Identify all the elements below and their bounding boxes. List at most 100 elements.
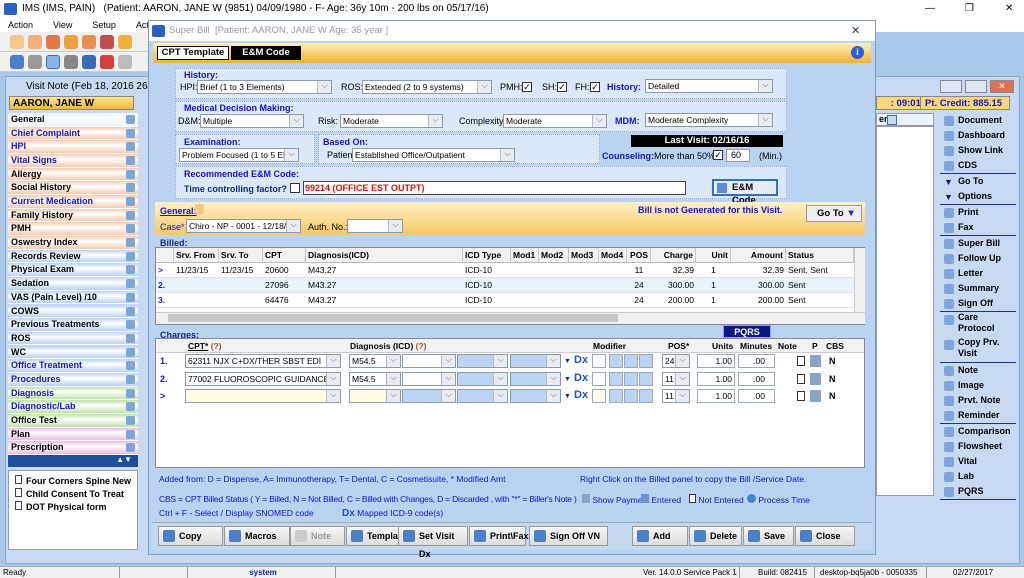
action-care-protocol[interactable]: Care Protocol xyxy=(942,312,1014,337)
sidebar-item-diagnosis[interactable]: Diagnosis xyxy=(8,386,138,401)
template-icon[interactable] xyxy=(126,347,135,357)
modifier-2-field[interactable] xyxy=(609,389,623,403)
column-header-cpt[interactable]: CPT xyxy=(263,248,306,263)
dialog-close-button[interactable]: ✕ xyxy=(851,21,860,41)
template-icon[interactable] xyxy=(126,279,135,289)
units-field[interactable]: 1.00 xyxy=(697,354,735,368)
template-icon[interactable] xyxy=(126,142,135,152)
minutes-spinner[interactable]: 60 xyxy=(726,149,750,162)
save-button[interactable]: Save xyxy=(743,526,794,546)
diagnosis-select-1[interactable]: M54.5 xyxy=(349,354,401,368)
modifier-2-field[interactable] xyxy=(609,354,623,368)
form-item[interactable]: Child Consent To Treat xyxy=(15,488,124,499)
column-header-mod1[interactable]: Mod1 xyxy=(511,248,539,263)
add-button[interactable]: Add xyxy=(632,526,688,546)
hpi-select[interactable]: Brief (1 to 3 Elements) xyxy=(197,80,332,94)
ros-select[interactable]: Extended (2 to 9 systems) xyxy=(362,80,492,94)
visit-note-icon[interactable] xyxy=(46,55,60,69)
cpt-select[interactable] xyxy=(185,389,341,403)
goto-button[interactable]: Go To ▼ xyxy=(806,205,862,222)
cpt-select[interactable]: 77002 FLUOROSCOPIC GUIDANCE xyxy=(185,371,341,386)
diagnosis-select-4[interactable] xyxy=(510,389,561,403)
template-icon[interactable] xyxy=(126,197,135,207)
action-go-to[interactable]: ▼ Go To xyxy=(942,174,1014,189)
mdm-select[interactable]: Moderate Complexity xyxy=(645,113,773,127)
action-note[interactable]: Note xyxy=(942,363,1014,378)
diagnosis-select-2[interactable] xyxy=(402,354,456,368)
action-copy-prv-visit[interactable]: Copy Prv. Visit xyxy=(942,337,1014,362)
action-pqrs[interactable]: PQRS xyxy=(942,484,1014,499)
template-icon[interactable] xyxy=(126,169,135,179)
diagnosis-select-3[interactable] xyxy=(457,389,508,403)
payment-icon[interactable] xyxy=(810,355,821,367)
column-header-mod2[interactable]: Mod2 xyxy=(539,248,569,263)
form-item[interactable]: DOT Physical form xyxy=(15,501,107,512)
action-fax[interactable]: Fax xyxy=(942,220,1014,235)
patient-icon[interactable] xyxy=(10,35,24,49)
payment-icon[interactable] xyxy=(810,372,821,385)
column-header-charge[interactable]: Charge xyxy=(651,248,696,263)
action-options[interactable]: ▼ Options xyxy=(942,189,1014,204)
template-icon[interactable] xyxy=(126,224,135,234)
diagnosis-select-1[interactable]: M54.5 xyxy=(349,371,401,386)
pmh-checkbox[interactable]: ✓ xyxy=(522,82,532,92)
template-icon[interactable] xyxy=(126,210,135,220)
sidebar-item-physical-exam[interactable]: Physical Exam xyxy=(8,263,138,278)
sidebar-item-family-history[interactable]: Family History xyxy=(8,208,138,223)
auth-select[interactable] xyxy=(347,219,403,233)
table-row[interactable]: 3. 64476 M43.27 ICD-10 24 200.00 1 200.00 Sent xyxy=(156,293,854,308)
diagnosis-select-2[interactable] xyxy=(402,389,456,403)
template-icon[interactable] xyxy=(126,265,135,275)
note-icon[interactable] xyxy=(797,373,805,384)
risk-select[interactable]: Moderate xyxy=(340,114,443,128)
fh-checkbox[interactable]: ✓ xyxy=(590,82,600,92)
template-icon[interactable] xyxy=(126,251,135,261)
set-visit-dx-button[interactable]: Set Visit Dx xyxy=(398,526,468,559)
sidebar-item-records-review[interactable]: Records Review xyxy=(8,249,138,264)
examination-select[interactable]: Problem Focused (1 to 5 Elemen xyxy=(179,148,299,162)
modifier-1-field[interactable] xyxy=(592,354,606,368)
print-fax-button[interactable]: Print\Fax xyxy=(469,526,529,546)
column-header-status[interactable]: Status xyxy=(786,248,854,263)
edit-icon[interactable] xyxy=(82,35,96,49)
sidebar-item-pmh[interactable]: PMH xyxy=(8,222,138,237)
column-header-icd-type[interactable]: ICD Type xyxy=(463,248,511,263)
action-sign-off[interactable]: Sign Off xyxy=(942,296,1014,311)
pos-select[interactable]: 11 xyxy=(662,389,690,403)
panel-checkbox[interactable] xyxy=(887,115,897,125)
modifier-1-field[interactable] xyxy=(592,371,606,386)
dm-select[interactable]: Multiple xyxy=(200,114,304,128)
report-icon[interactable] xyxy=(100,35,114,49)
sidebar-item-diagnostic-lab[interactable]: Diagnostic/Lab xyxy=(8,400,138,414)
copy-button[interactable]: Copy xyxy=(158,526,223,546)
delete-button[interactable]: Delete xyxy=(689,526,742,546)
sidebar-item-procedures[interactable]: Procedures xyxy=(8,372,138,387)
column-header-srv-to[interactable]: Srv. To xyxy=(219,248,263,263)
vn-minimize-button[interactable] xyxy=(940,80,962,93)
action-show-link[interactable]: Show Link xyxy=(942,143,1014,158)
action-prvt-note[interactable]: Prvt. Note xyxy=(942,393,1014,408)
patient-edit-icon[interactable] xyxy=(28,35,42,49)
sidebar-item-vas-pain-level-10[interactable]: VAS (Pain Level) /10 xyxy=(8,290,138,305)
vn-maximize-button[interactable] xyxy=(965,80,987,93)
column-header-unit[interactable]: Unit xyxy=(696,248,731,263)
action-reminder[interactable]: Reminder xyxy=(942,408,1014,423)
modifier-4-field[interactable] xyxy=(639,354,653,368)
open-icon[interactable] xyxy=(10,55,24,69)
sidebar-item-ros[interactable]: ROS xyxy=(8,331,138,346)
sidebar-item-hpi[interactable]: HPI xyxy=(8,140,138,154)
column-header-indicator[interactable] xyxy=(156,248,174,263)
vn-close-button[interactable]: ✕ xyxy=(990,80,1014,93)
action-print[interactable]: Print xyxy=(942,205,1014,220)
vertical-scrollbar[interactable] xyxy=(854,248,865,312)
action-follow-up[interactable]: Follow Up xyxy=(942,251,1014,266)
note-icon[interactable] xyxy=(797,356,805,366)
complexity-select[interactable]: Moderate xyxy=(503,114,607,128)
first-record-icon[interactable] xyxy=(118,55,132,69)
dx-button[interactable]: ▼ Dx xyxy=(564,389,588,401)
patient-type-select[interactable]: Established Office/Outpatient xyxy=(352,148,515,162)
template-icon[interactable] xyxy=(126,292,135,302)
folder-icon[interactable] xyxy=(64,35,78,49)
scrollbar-thumb[interactable] xyxy=(168,314,618,322)
scan-icon[interactable] xyxy=(82,55,96,69)
